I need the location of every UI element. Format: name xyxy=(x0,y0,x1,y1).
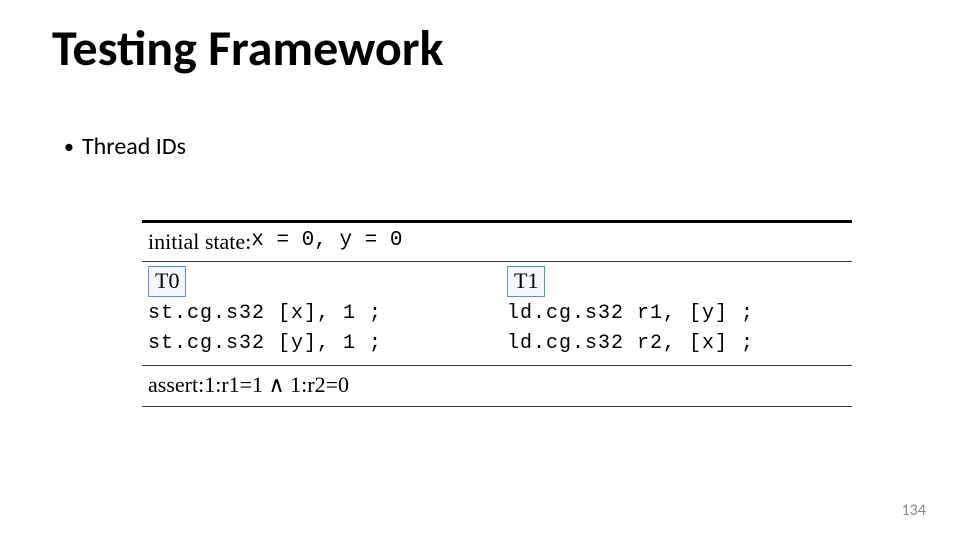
t1-line-0: ld.cg.s32 r1, [y] ; xyxy=(507,299,846,329)
code-grid: T0 st.cg.s32 [x], 1 ; st.cg.s32 [y], 1 ;… xyxy=(142,262,852,365)
assert-expr: 1:r1=1 ∧ 1:r2=0 xyxy=(204,372,349,398)
page-number: 134 xyxy=(902,501,926,520)
initial-state-row: initial state: x = 0, y = 0 xyxy=(142,223,852,261)
t0-line-0: st.cg.s32 [x], 1 ; xyxy=(148,299,487,329)
assert-prefix: assert: xyxy=(148,372,204,398)
thread-t1-col: T1 ld.cg.s32 r1, [y] ; ld.cg.s32 r2, [x]… xyxy=(507,266,846,359)
thread-t0-col: T0 st.cg.s32 [x], 1 ; st.cg.s32 [y], 1 ; xyxy=(148,266,487,359)
bullet-text: Thread IDs xyxy=(82,132,186,161)
rule-bottom xyxy=(142,406,852,407)
slide: Testing Framework • Thread IDs initial s… xyxy=(0,0,960,540)
bullet-item: • Thread IDs xyxy=(64,132,186,161)
bullet-marker: • xyxy=(64,137,74,157)
thread-t0-label: T0 xyxy=(148,266,186,297)
slide-title: Testing Framework xyxy=(52,18,444,79)
litmus-figure: initial state: x = 0, y = 0 T0 st.cg.s32… xyxy=(142,220,852,407)
t1-line-1: ld.cg.s32 r2, [x] ; xyxy=(507,329,846,359)
assert-row: assert: 1:r1=1 ∧ 1:r2=0 xyxy=(142,366,852,406)
initial-prefix: initial state: xyxy=(148,229,251,255)
thread-t1-label: T1 xyxy=(507,266,545,297)
t0-line-1: st.cg.s32 [y], 1 ; xyxy=(148,329,487,359)
initial-vars: x = 0, y = 0 xyxy=(251,229,402,252)
